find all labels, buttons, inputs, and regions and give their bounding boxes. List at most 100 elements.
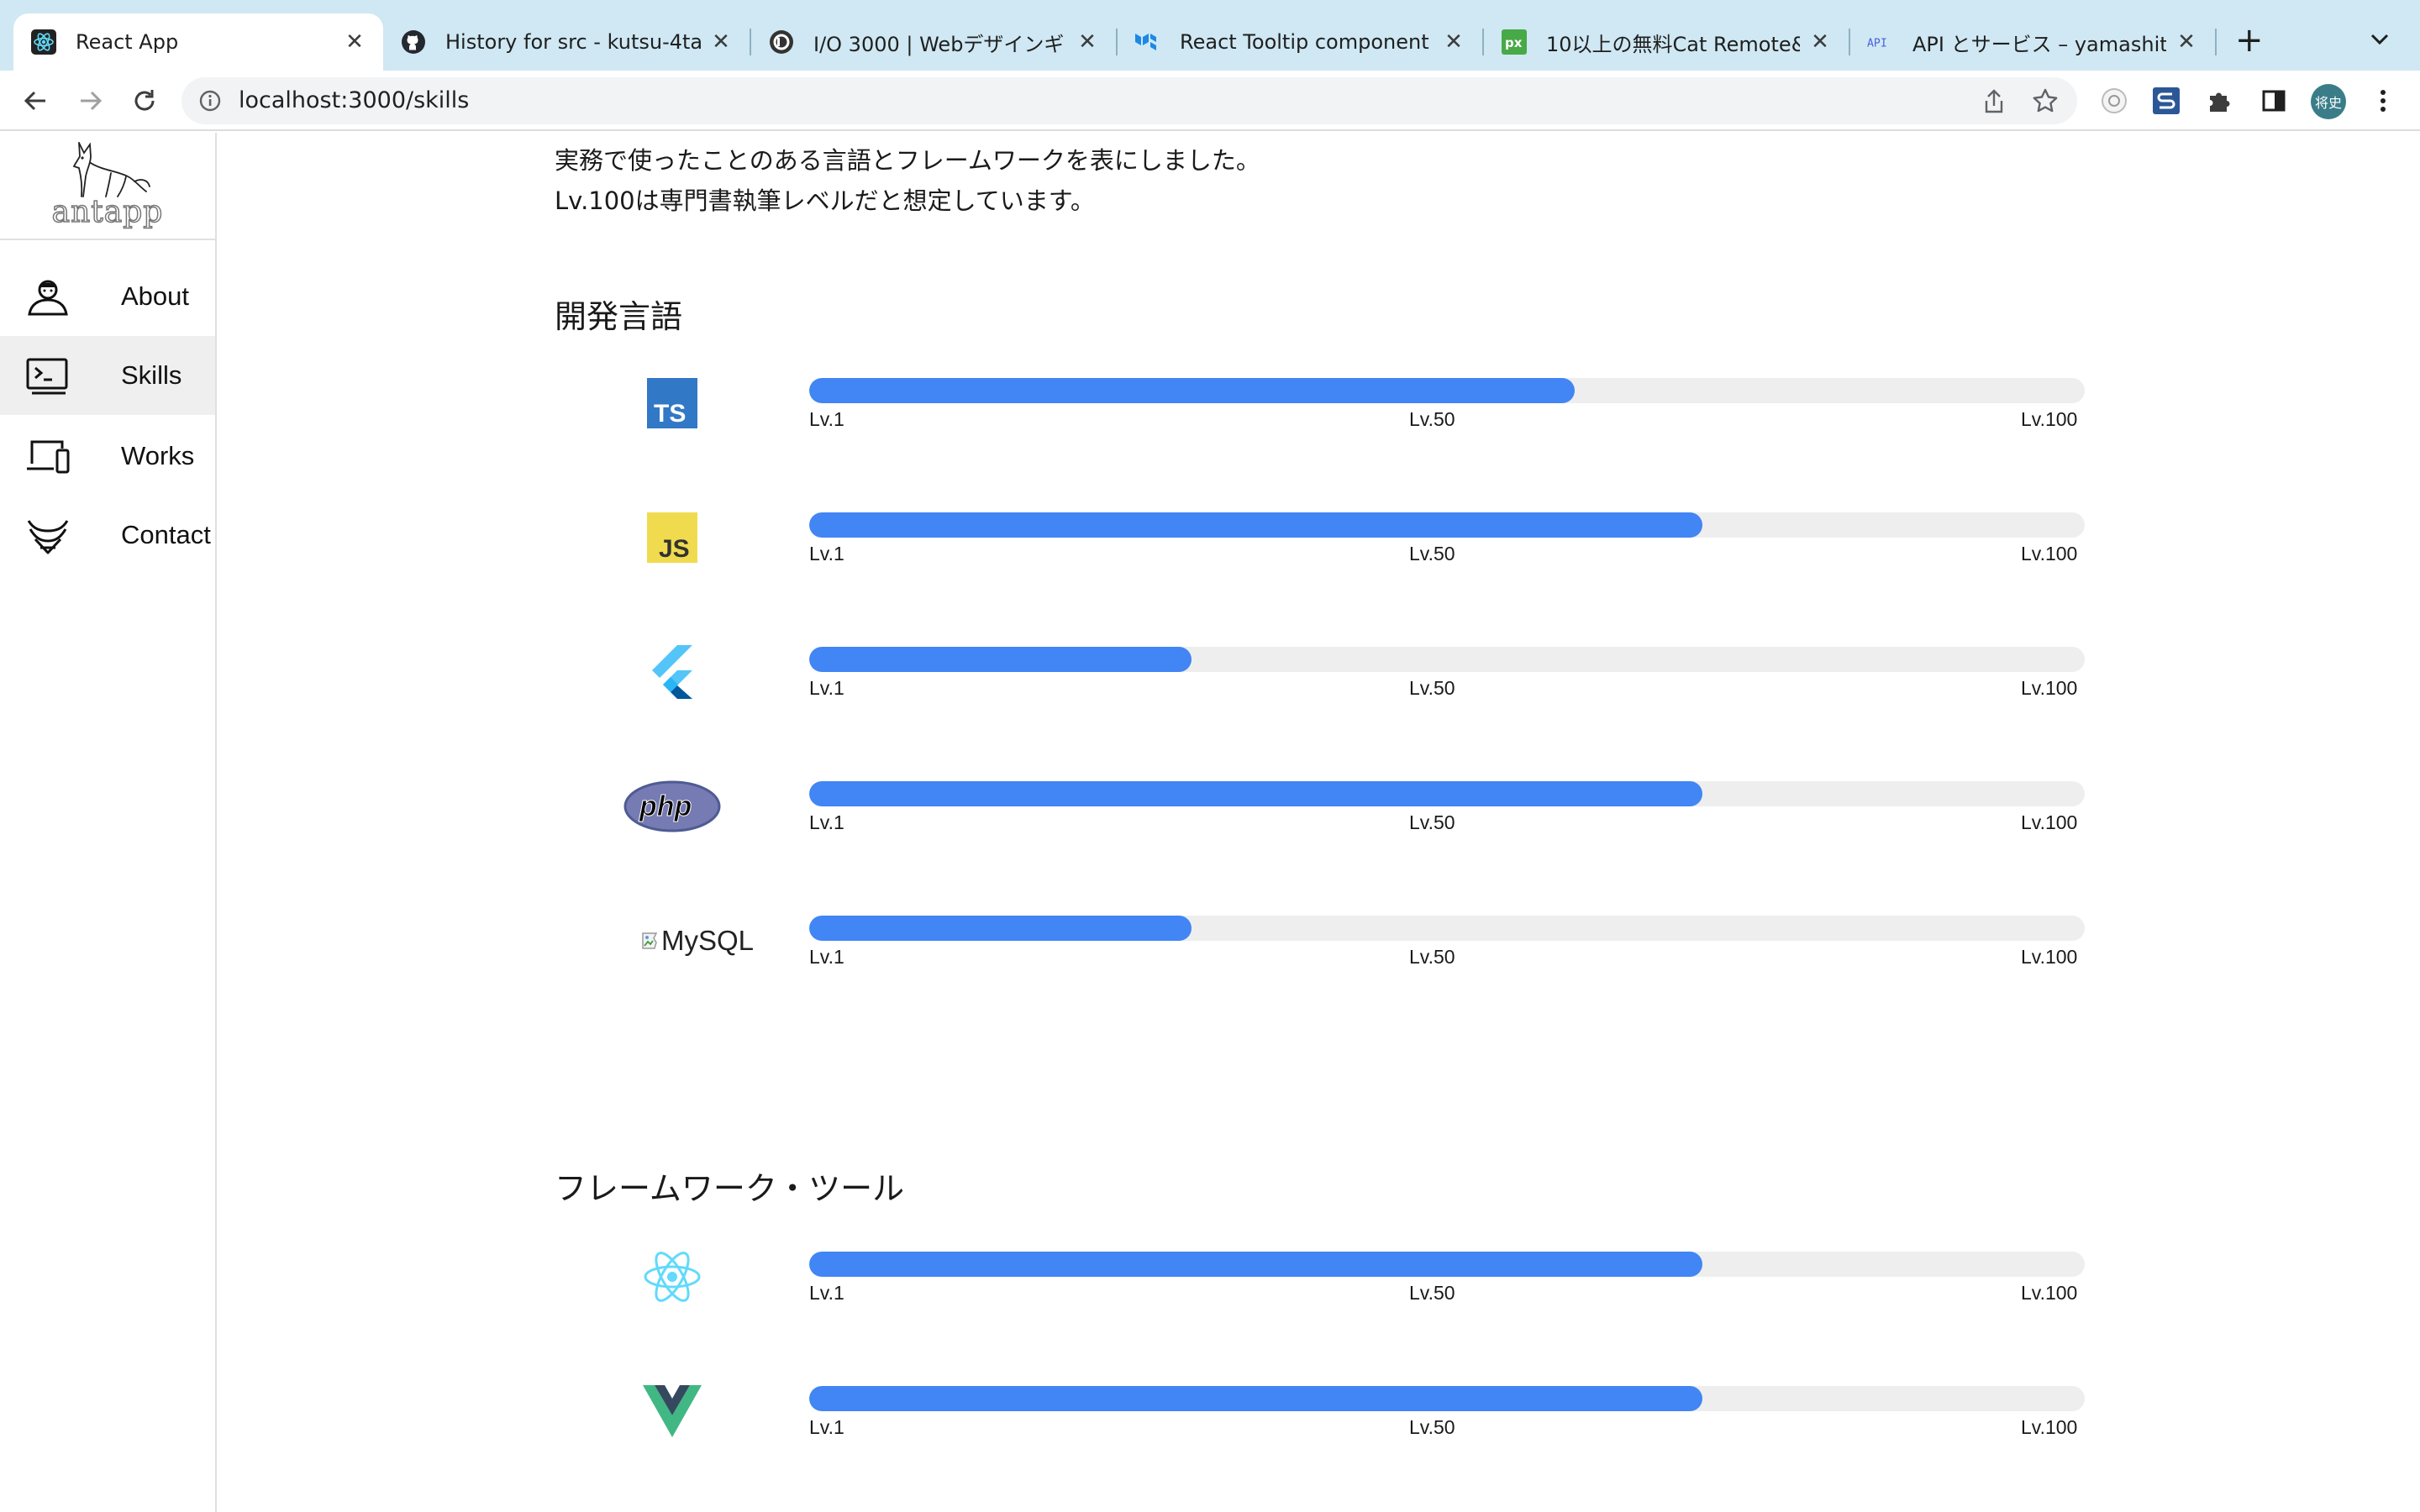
tab-label: React App bbox=[76, 30, 179, 54]
extensions-puzzle-icon[interactable] bbox=[2205, 86, 2235, 116]
tab-io3000[interactable]: I/O 3000 | Webデザインギャ ✕ bbox=[751, 13, 1116, 71]
tab-label: API とサービス – yamashita- bbox=[1912, 32, 2166, 56]
scale-mid-label: Lv.50 bbox=[1409, 543, 1455, 564]
extension-s-icon[interactable] bbox=[2151, 86, 2181, 116]
mysql-alt-text: MySQL bbox=[660, 925, 755, 956]
tab-label: React Tooltip component - bbox=[1180, 30, 1434, 54]
svg-text:JS: JS bbox=[659, 535, 690, 563]
scale-mid-label: Lv.50 bbox=[1409, 677, 1455, 699]
site-logo[interactable]: antapp bbox=[0, 133, 215, 240]
tab-github-history[interactable]: History for src - kutsu-4ta/ ✕ bbox=[383, 13, 750, 71]
svg-text:px: px bbox=[1505, 35, 1523, 50]
tab-api-services[interactable]: API API とサービス – yamashita- ✕ bbox=[1850, 13, 2215, 71]
javascript-logo: JS bbox=[605, 507, 739, 568]
sidebar-item-works[interactable]: Works bbox=[0, 417, 215, 496]
scale-min-label: Lv.1 bbox=[809, 946, 844, 968]
level-bar bbox=[809, 781, 2085, 806]
broken-image-alt: MySQL bbox=[641, 925, 754, 957]
svg-text:API: API bbox=[1867, 38, 1887, 50]
level-bar bbox=[809, 512, 2085, 538]
logo-text: antapp bbox=[51, 194, 164, 230]
api-icon: API bbox=[1867, 29, 1894, 55]
scale-min-label: Lv.1 bbox=[809, 1282, 844, 1304]
tab-label: I/O 3000 | Webデザインギャ bbox=[813, 32, 1067, 56]
section-title-languages: 開発言語 bbox=[555, 298, 683, 335]
mui-icon bbox=[1134, 29, 1161, 55]
react-icon bbox=[30, 29, 57, 55]
scale-max-label: Lv.100 bbox=[2021, 408, 2078, 430]
scale-mid-label: Lv.50 bbox=[1409, 946, 1455, 968]
scale-min-label: Lv.1 bbox=[809, 543, 844, 564]
sidebar-item-label: Works bbox=[121, 441, 195, 470]
close-icon[interactable]: ✕ bbox=[1442, 30, 1465, 54]
share-icon[interactable] bbox=[1983, 89, 2005, 114]
tab-react-app[interactable]: React App ✕ bbox=[13, 13, 383, 71]
devices-icon bbox=[27, 440, 70, 474]
arrow-left-icon bbox=[24, 91, 45, 111]
level-bar bbox=[809, 1252, 2085, 1277]
flutter-logo bbox=[605, 642, 739, 702]
sidebar-item-contact[interactable]: Contact bbox=[0, 496, 215, 575]
reload-button[interactable] bbox=[129, 86, 160, 116]
scale-max-label: Lv.100 bbox=[2021, 811, 2078, 833]
io3000-icon bbox=[768, 29, 795, 55]
svg-text:php: php bbox=[639, 790, 692, 822]
scale-min-label: Lv.1 bbox=[809, 408, 844, 430]
close-icon[interactable]: ✕ bbox=[709, 30, 733, 54]
tab-pixabay[interactable]: px 10以上の無料Cat Remote&ラ ✕ bbox=[1484, 13, 1849, 71]
tab-separator bbox=[2215, 29, 2217, 55]
scale-max-label: Lv.100 bbox=[2021, 946, 2078, 968]
tab-strip: React App ✕ History for src - kutsu-4ta/… bbox=[0, 0, 2420, 71]
reload-icon bbox=[134, 90, 155, 111]
forward-button[interactable] bbox=[76, 86, 106, 116]
sidebar-item-about[interactable]: About bbox=[0, 257, 215, 336]
svg-text:TS: TS bbox=[654, 400, 686, 428]
fox-logo-icon bbox=[72, 142, 150, 197]
github-icon bbox=[400, 29, 427, 55]
main-content: 実務で使ったことのある言語とフレームワークを表にしました。 Lv.100は専門書… bbox=[218, 133, 2420, 1512]
terminal-icon bbox=[26, 358, 68, 395]
level-bar bbox=[809, 647, 2085, 672]
level-bar-fill bbox=[809, 378, 1575, 403]
php-logo: php bbox=[605, 776, 739, 837]
close-icon[interactable]: ✕ bbox=[1076, 30, 1099, 54]
info-icon[interactable] bbox=[198, 89, 222, 113]
extension-cat-icon[interactable] bbox=[2099, 86, 2129, 116]
section-title-frameworks: フレームワーク・ツール bbox=[555, 1170, 905, 1207]
side-panel-icon[interactable] bbox=[2259, 86, 2289, 116]
scale-min-label: Lv.1 bbox=[809, 677, 844, 699]
scale-mid-label: Lv.50 bbox=[1409, 408, 1455, 430]
scale-max-label: Lv.100 bbox=[2021, 1282, 2078, 1304]
scale-max-label: Lv.100 bbox=[2021, 543, 2078, 564]
scale-max-label: Lv.100 bbox=[2021, 1416, 2078, 1438]
profile-avatar[interactable]: 将史 bbox=[2311, 84, 2346, 119]
close-icon[interactable]: ✕ bbox=[1808, 30, 1832, 54]
close-icon[interactable]: ✕ bbox=[2175, 30, 2198, 54]
back-button[interactable] bbox=[20, 86, 50, 116]
level-bar bbox=[809, 1386, 2085, 1411]
intro-line-2: Lv.100は専門書執筆レベルだと想定しています。 bbox=[555, 186, 1095, 215]
tab-mui-tooltip[interactable]: React Tooltip component - ✕ bbox=[1118, 13, 1482, 71]
scale-max-label: Lv.100 bbox=[2021, 677, 2078, 699]
tab-search-chevron-icon[interactable] bbox=[2370, 27, 2390, 52]
kebab-menu-icon[interactable] bbox=[2368, 86, 2398, 116]
address-bar[interactable]: localhost:3000/skills bbox=[182, 77, 2077, 124]
close-icon[interactable]: ✕ bbox=[343, 30, 366, 54]
vue-logo bbox=[605, 1381, 739, 1441]
sidebar-item-skills[interactable]: Skills bbox=[0, 336, 215, 415]
tab-label: 10以上の無料Cat Remote&ラ bbox=[1546, 32, 1800, 56]
scale-min-label: Lv.1 bbox=[809, 811, 844, 833]
browser-toolbar: localhost:3000/skills 将史 bbox=[0, 71, 2420, 131]
url-text[interactable]: localhost:3000/skills bbox=[239, 77, 469, 124]
level-bar-fill bbox=[809, 781, 1702, 806]
bookmark-star-icon[interactable] bbox=[2032, 87, 2059, 114]
broken-image-icon bbox=[642, 932, 658, 949]
level-bar-fill bbox=[809, 647, 1192, 672]
scale-min-label: Lv.1 bbox=[809, 1416, 844, 1438]
bird-icon bbox=[27, 520, 69, 554]
intro-line-1: 実務で使ったことのある言語とフレームワークを表にしました。 bbox=[555, 146, 1260, 175]
mysql-logo: MySQL bbox=[622, 911, 773, 971]
sidebar: antapp About Skills Works Contact bbox=[0, 133, 217, 1512]
person-icon bbox=[28, 280, 68, 316]
new-tab-button[interactable]: + bbox=[2235, 24, 2264, 57]
